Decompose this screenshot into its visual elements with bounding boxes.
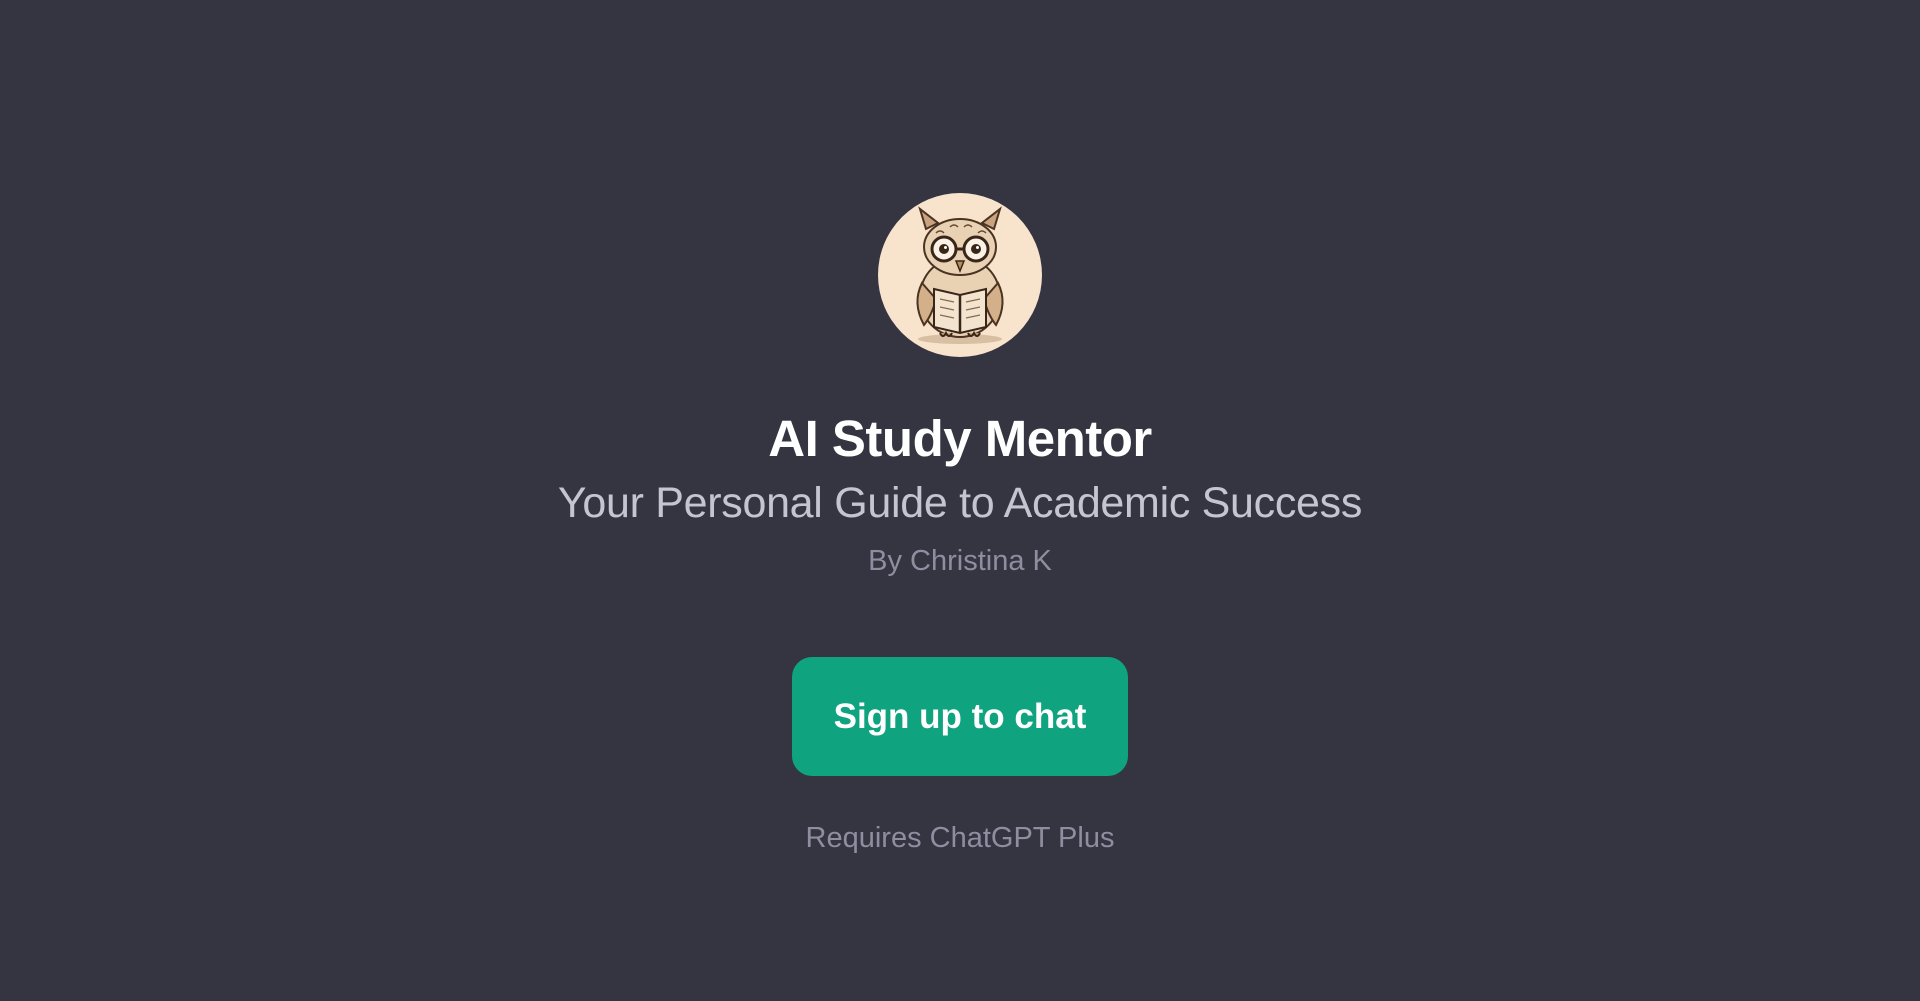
gpt-landing-page: AI Study Mentor Your Personal Guide to A… [0,0,1920,1001]
gpt-author: By Christina K [868,545,1052,577]
owl-reading-book-icon [916,206,1004,344]
sign-up-to-chat-button[interactable]: Sign up to chat [792,657,1128,776]
gpt-avatar [878,193,1042,357]
gpt-title: AI Study Mentor [768,410,1152,467]
gpt-info-card: AI Study Mentor Your Personal Guide to A… [0,0,1920,856]
gpt-subtitle: Your Personal Guide to Academic Success [557,479,1363,527]
plan-requirement-note: Requires ChatGPT Plus [805,822,1115,854]
